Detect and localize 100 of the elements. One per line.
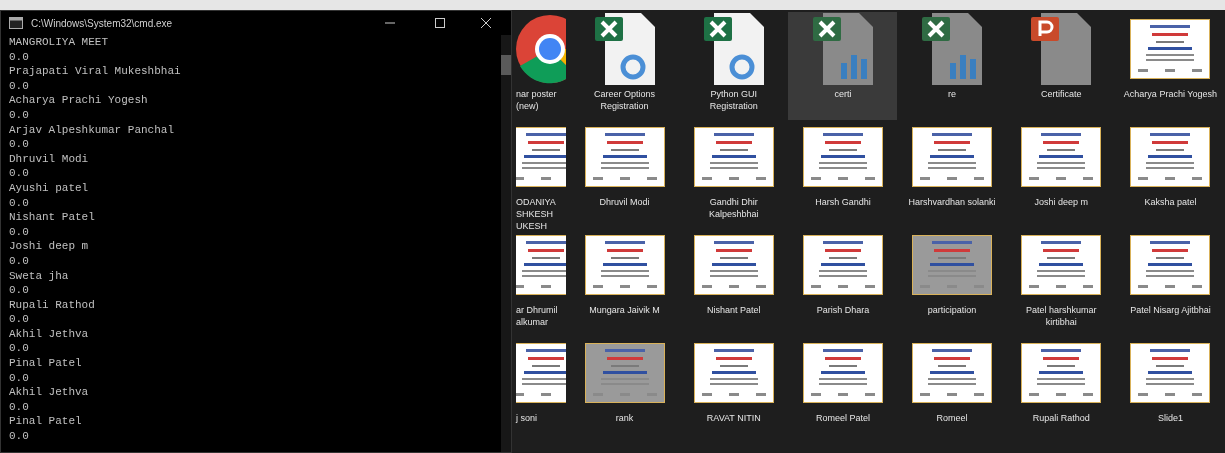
file-name: participation [926, 304, 978, 316]
certificate-thumbnail-icon [1021, 235, 1102, 295]
file-name: Parish Dhara [815, 304, 871, 316]
file-item[interactable]: Romeel Patel [788, 336, 898, 444]
file-item[interactable]: participation [897, 228, 1007, 336]
file-name: Dhruvil Modi [598, 196, 651, 208]
console-line: 0.0 [9, 137, 30, 152]
console-line: Joshi deep m [9, 239, 90, 254]
file-name: j soni [516, 412, 538, 424]
certificate-thumbnail-icon [1130, 235, 1211, 295]
console-line: 0.0 [9, 166, 30, 181]
file-name: Gandhi Dhir Kalpeshbhai [707, 196, 760, 220]
certificate-thumbnail-icon [1130, 343, 1211, 403]
certificate-thumbnail-icon [912, 127, 993, 187]
certificate-thumbnail-icon [693, 343, 774, 403]
console-line: Rupali Rathod [9, 297, 96, 313]
console-line: 0.0 [9, 370, 30, 386]
console-line: 0.0 [9, 49, 30, 65]
spreadsheet-file-icon [701, 12, 766, 86]
file-name: Python GUI Registration [708, 88, 759, 112]
file-item[interactable]: Patel Nisarg Ajitbhai [1115, 228, 1225, 336]
file-item[interactable]: Dhruvil Modi [570, 120, 680, 228]
file-item[interactable]: RAVAT NITIN [679, 336, 789, 444]
file-name: Joshi deep m [1033, 196, 1089, 208]
file-name: Certificate [1039, 88, 1083, 100]
console-line: 0.0 [9, 107, 30, 123]
file-item[interactable]: certi [788, 12, 898, 120]
scrollbar-thumb[interactable] [501, 55, 511, 75]
file-name: Career Options Registration [593, 88, 657, 112]
console-line: Nishant Patel [9, 210, 96, 225]
console-line: 0.0 [9, 312, 30, 327]
console-line: 0.0 [9, 195, 30, 211]
scrollbar[interactable] [501, 35, 511, 452]
console-line: Pinal Patel [9, 356, 83, 371]
certificate-thumbnail-icon [912, 235, 993, 295]
console-line: Prajapati Viral Mukeshbhai [9, 64, 182, 79]
file-item[interactable]: Harsh Gandhi [788, 120, 898, 228]
file-item[interactable]: Parish Dhara [788, 228, 898, 336]
file-item[interactable]: Python GUI Registration [679, 12, 789, 120]
file-name: Slide1 [1156, 412, 1184, 424]
console-line: 0.0 [9, 78, 30, 94]
file-item[interactable]: Patel harshkumar kirtibhai [1006, 228, 1116, 336]
console-line: 0.0 [9, 224, 30, 240]
file-item[interactable]: Acharya Prachi Yogesh [1115, 12, 1225, 120]
console-line: Ayushi patel [9, 180, 90, 196]
certificate-thumbnail-icon [912, 343, 993, 403]
file-item[interactable]: Slide1 [1115, 336, 1225, 444]
maximize-icon[interactable] [435, 18, 445, 28]
console-line: Sweta jha [9, 268, 70, 284]
file-item[interactable]: Rupali Rathod [1006, 336, 1116, 444]
file-name: Patel harshkumar kirtibhai [1024, 304, 1098, 328]
console-line: Arjav Alpeshkumar Panchal [9, 122, 176, 138]
presentation-file-icon [1029, 12, 1094, 86]
certificate-thumbnail-icon [1021, 127, 1102, 187]
certificate-thumbnail-icon [802, 235, 883, 295]
file-name: re [947, 88, 958, 100]
console-line: Acharya Prachi Yogesh [9, 93, 149, 108]
file-name: RAVAT NITIN [705, 412, 762, 424]
file-name: nar poster (new) [516, 88, 558, 112]
file-item[interactable]: Nishant Patel [679, 228, 789, 336]
file-name: Mungara Jaivik M [588, 304, 661, 316]
console-line: 0.0 [9, 283, 30, 298]
spreadsheet-chart-file-icon [810, 12, 875, 86]
console-line: Pinal Patel [9, 414, 83, 430]
console-line: Akhil Jethva [9, 326, 90, 342]
file-item[interactable]: Career Options Registration [570, 12, 680, 120]
certificate-thumbnail-icon [584, 343, 665, 403]
console-line: 0.0 [9, 429, 30, 444]
certificate-thumbnail-icon [802, 343, 883, 403]
file-name: ar Dhrumil alkumar [516, 304, 559, 328]
file-name: Acharya Prachi Yogesh [1122, 88, 1218, 100]
console-line: 0.0 [9, 399, 30, 415]
file-name: Nishant Patel [705, 304, 762, 316]
certificate-thumbnail-icon [584, 235, 665, 295]
file-item[interactable]: nar poster (new) [512, 12, 570, 120]
console-line: Akhil Jethva [9, 385, 90, 400]
file-name: rank [614, 412, 635, 424]
file-name: Patel Nisarg Ajitbhai [1129, 304, 1212, 316]
file-name: Romeel [935, 412, 969, 424]
file-name: Harshvardhan solanki [907, 196, 997, 208]
file-name: Kaksha patel [1143, 196, 1198, 208]
file-item[interactable]: Mungara Jaivik M [570, 228, 680, 336]
spreadsheet-file-icon [592, 12, 657, 86]
file-item[interactable]: Gandhi Dhir Kalpeshbhai [679, 120, 789, 228]
file-name: Romeel Patel [814, 412, 871, 424]
certificate-thumbnail-icon [693, 127, 774, 187]
console-line: Dhruvil Modi [9, 151, 90, 167]
certificate-thumbnail-icon [693, 235, 774, 295]
window-title: C:\Windows\System32\cmd.exe [31, 16, 173, 31]
console-line: 0.0 [9, 253, 30, 269]
file-item[interactable]: re [897, 12, 1007, 120]
close-icon[interactable] [481, 18, 491, 28]
file-item[interactable]: rank [570, 336, 680, 444]
file-name: Harsh Gandhi [814, 196, 872, 208]
file-item[interactable]: Harshvardhan solanki [897, 120, 1007, 228]
file-item[interactable]: Romeel [897, 336, 1007, 444]
file-item[interactable]: Certificate [1006, 12, 1116, 120]
file-item[interactable]: Joshi deep m [1006, 120, 1116, 228]
file-item[interactable]: j soni [512, 336, 570, 444]
file-item[interactable]: Kaksha patel [1115, 120, 1225, 228]
